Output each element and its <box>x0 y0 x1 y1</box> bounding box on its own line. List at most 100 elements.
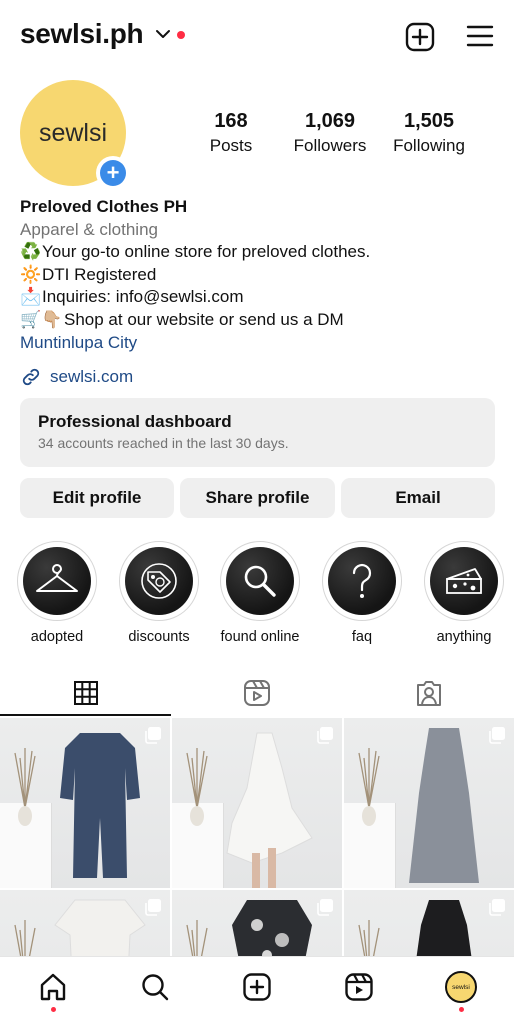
email-button[interactable]: Email <box>341 478 495 518</box>
search-icon <box>142 974 169 1001</box>
followers-count: 1,069 <box>304 110 356 132</box>
garment-image <box>232 900 312 956</box>
nav-create[interactable] <box>241 971 273 1003</box>
nav-profile[interactable]: sewlsi <box>445 971 477 1003</box>
website-link[interactable]: sewlsi.com <box>20 364 133 390</box>
active-tab-indicator <box>0 714 171 716</box>
garment-image <box>226 732 313 888</box>
vase-decor <box>358 748 380 826</box>
profile-tabs <box>0 668 514 718</box>
display-name: Preloved Clothes PH <box>20 197 188 216</box>
nav-reels[interactable] <box>343 971 375 1003</box>
reels-icon <box>243 680 270 706</box>
chevron-down-icon[interactable] <box>155 26 171 42</box>
following-count: 1,505 <box>403 110 455 132</box>
tab-tagged[interactable] <box>343 668 514 718</box>
add-story-button[interactable]: + <box>96 156 130 190</box>
multiple-photos-icon <box>489 727 505 744</box>
avatar-text: sewlsi <box>38 118 108 147</box>
multiple-photos-icon <box>145 899 161 916</box>
posts-count: 168 <box>214 110 248 132</box>
highlight-label: found online <box>220 629 300 645</box>
post-thumbnail[interactable] <box>344 890 514 956</box>
post-thumbnail[interactable] <box>0 890 170 956</box>
multiple-photos-icon <box>145 727 161 744</box>
grid-icon <box>73 681 98 705</box>
multiple-photos-icon <box>489 899 505 916</box>
stat-posts[interactable]: 168 Posts <box>176 110 286 156</box>
highlight-faq[interactable]: faq <box>322 541 402 645</box>
following-label: Following <box>393 136 465 155</box>
create-icon <box>243 973 271 1001</box>
profile-bio: Preloved Clothes PH Apparel & clothing ♻… <box>20 196 500 354</box>
tagged-icon <box>416 681 441 706</box>
cart-emoji: 🛒👇🏼 <box>20 309 63 329</box>
highlight-found-online[interactable]: found online <box>220 541 300 645</box>
post-thumbnail[interactable] <box>344 718 514 888</box>
dashboard-title: Professional dashboard <box>38 412 232 431</box>
profile-notification-dot <box>459 1007 464 1012</box>
bio-line: 🛒👇🏼Shop at our website or send us a DM <box>20 309 500 332</box>
tab-grid[interactable] <box>0 668 171 718</box>
create-post-icon[interactable] <box>405 22 435 52</box>
stat-following[interactable]: 1,505 Following <box>374 110 484 156</box>
reels-icon <box>345 973 373 1001</box>
hanger-icon <box>36 564 78 592</box>
envelope-emoji: 📩 <box>20 287 42 307</box>
location-link[interactable]: Muntinlupa City <box>20 332 500 355</box>
post-thumbnail[interactable] <box>172 718 342 888</box>
menu-icon[interactable] <box>466 24 494 48</box>
tab-reels[interactable] <box>171 668 342 718</box>
highlight-label: adopted <box>30 629 84 645</box>
recycle-emoji: ♻️ <box>20 242 42 262</box>
cheese-icon <box>446 568 482 594</box>
multiple-photos-icon <box>317 727 333 744</box>
profile-avatar: sewlsi <box>445 971 477 1003</box>
highlight-label: discounts <box>128 629 190 645</box>
highlight-label: anything <box>436 629 492 645</box>
bio-line-text: Inquiries: info@sewlsi.com <box>42 287 244 307</box>
garment-image <box>416 900 472 956</box>
share-profile-button[interactable]: Share profile <box>180 478 335 518</box>
post-thumbnail[interactable] <box>0 718 170 888</box>
professional-dashboard[interactable]: Professional dashboard 34 accounts reach… <box>20 398 495 467</box>
multiple-photos-icon <box>317 899 333 916</box>
bio-line-text: Your go-to online store for preloved clo… <box>42 242 371 262</box>
home-notification-dot <box>51 1007 56 1012</box>
posts-grid <box>0 718 514 956</box>
bio-line: ♻️Your go-to online store for preloved c… <box>20 241 500 264</box>
account-username[interactable]: sewlsi.ph <box>20 18 144 50</box>
bio-line-text: Shop at our website or send us a DM <box>64 309 344 329</box>
bio-line: 🔆DTI Registered <box>20 264 500 287</box>
top-bar: sewlsi.ph <box>0 0 514 72</box>
notification-dot <box>177 31 185 39</box>
price-tag-icon <box>141 563 177 599</box>
highlight-anything[interactable]: anything <box>424 541 504 645</box>
edit-profile-button[interactable]: Edit profile <box>20 478 174 518</box>
garment-image <box>60 733 140 878</box>
nav-search[interactable] <box>139 971 171 1003</box>
nav-home[interactable] <box>37 971 69 1003</box>
followers-label: Followers <box>293 136 367 155</box>
plus-icon: + <box>100 160 126 186</box>
highlight-adopted[interactable]: adopted <box>17 541 97 645</box>
link-icon <box>22 368 40 386</box>
vase-decor <box>14 748 36 826</box>
vase-decor <box>358 920 380 956</box>
posts-label: Posts <box>209 136 253 155</box>
bottom-navigation: sewlsi <box>0 956 514 1023</box>
bio-line-text: DTI Registered <box>42 264 157 284</box>
magnifier-icon <box>244 565 276 597</box>
vase-decor <box>186 748 208 826</box>
post-thumbnail[interactable] <box>172 890 342 956</box>
nav-avatar-text: sewlsi <box>452 983 470 991</box>
stat-followers[interactable]: 1,069 Followers <box>275 110 385 156</box>
highlight-discounts[interactable]: discounts <box>119 541 199 645</box>
question-icon <box>352 564 372 598</box>
vase-decor <box>186 920 208 956</box>
category-label: Apparel & clothing <box>20 219 158 239</box>
highlight-label: faq <box>351 629 373 645</box>
home-icon <box>40 973 66 1001</box>
garment-image <box>54 899 146 956</box>
bio-line: 📩Inquiries: info@sewlsi.com <box>20 286 500 309</box>
